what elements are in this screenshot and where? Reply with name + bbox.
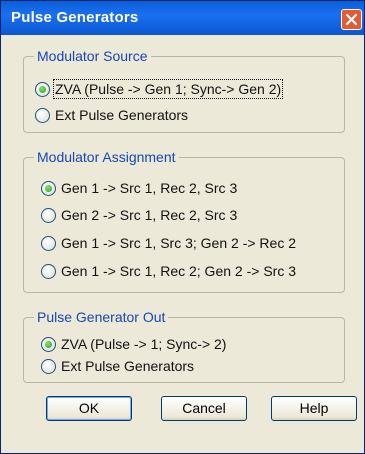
radio-label: Gen 2 -> Src 1, Rec 2, Src 3 [61,207,238,223]
radio-button[interactable] [41,358,56,374]
modulator-assignment-group: Modulator Assignment Gen 1 -> Src 1, Rec… [23,148,345,293]
pulse-generator-out-group: Pulse Generator Out ZVA (Pulse -> 1; Syn… [23,308,345,383]
radio-button-selected[interactable] [41,336,56,352]
radio-assignment-4[interactable]: Gen 1 -> Src 1, Rec 2; Gen 2 -> Src 3 [41,261,296,281]
radio-label: ZVA (Pulse -> Gen 1; Sync-> Gen 2) [52,79,284,99]
modulator-assignment-legend: Modulator Assignment [34,148,179,166]
radio-selected-dot [45,340,52,348]
close-icon [345,13,358,26]
radio-label: Gen 1 -> Src 1, Src 3; Gen 2 -> Rec 2 [61,235,296,251]
radio-label: Ext Pulse Generators [55,107,189,123]
radio-label: ZVA (Pulse -> 1; Sync-> 2) [61,336,227,352]
modulator-source-group: Modulator Source ZVA (Pulse -> Gen 1; Sy… [23,47,345,133]
radio-source-zva[interactable]: ZVA (Pulse -> Gen 1; Sync-> Gen 2) [35,79,284,99]
radio-button-selected[interactable] [35,81,50,97]
cancel-button[interactable]: Cancel [161,396,247,421]
radio-out-zva[interactable]: ZVA (Pulse -> 1; Sync-> 2) [41,334,226,354]
help-button[interactable]: Help [271,396,357,421]
radio-label: Gen 1 -> Src 1, Rec 2, Src 3 [61,180,238,196]
radio-label: Gen 1 -> Src 1, Rec 2; Gen 2 -> Src 3 [61,263,296,279]
radio-assignment-1[interactable]: Gen 1 -> Src 1, Rec 2, Src 3 [41,178,237,198]
pulse-generators-dialog: Pulse Generators Modulator Source ZVA (P… [0,0,365,454]
radio-button[interactable] [35,107,50,123]
radio-selected-dot [39,85,46,93]
close-button[interactable] [341,9,362,30]
ok-button[interactable]: OK [46,396,132,421]
radio-button[interactable] [41,207,56,223]
dialog-title: Pulse Generators [11,9,139,26]
radio-button[interactable] [41,235,56,251]
modulator-source-legend: Modulator Source [34,47,151,65]
pulse-generator-out-legend: Pulse Generator Out [34,308,169,326]
radio-assignment-3[interactable]: Gen 1 -> Src 1, Src 3; Gen 2 -> Rec 2 [41,233,296,253]
radio-button-selected[interactable] [41,180,56,196]
radio-source-ext[interactable]: Ext Pulse Generators [35,105,188,125]
radio-selected-dot [45,184,52,192]
title-bar[interactable]: Pulse Generators [1,1,364,35]
radio-button[interactable] [41,263,56,279]
radio-assignment-2[interactable]: Gen 2 -> Src 1, Rec 2, Src 3 [41,205,237,225]
radio-label: Ext Pulse Generators [61,358,195,374]
radio-out-ext[interactable]: Ext Pulse Generators [41,356,194,376]
